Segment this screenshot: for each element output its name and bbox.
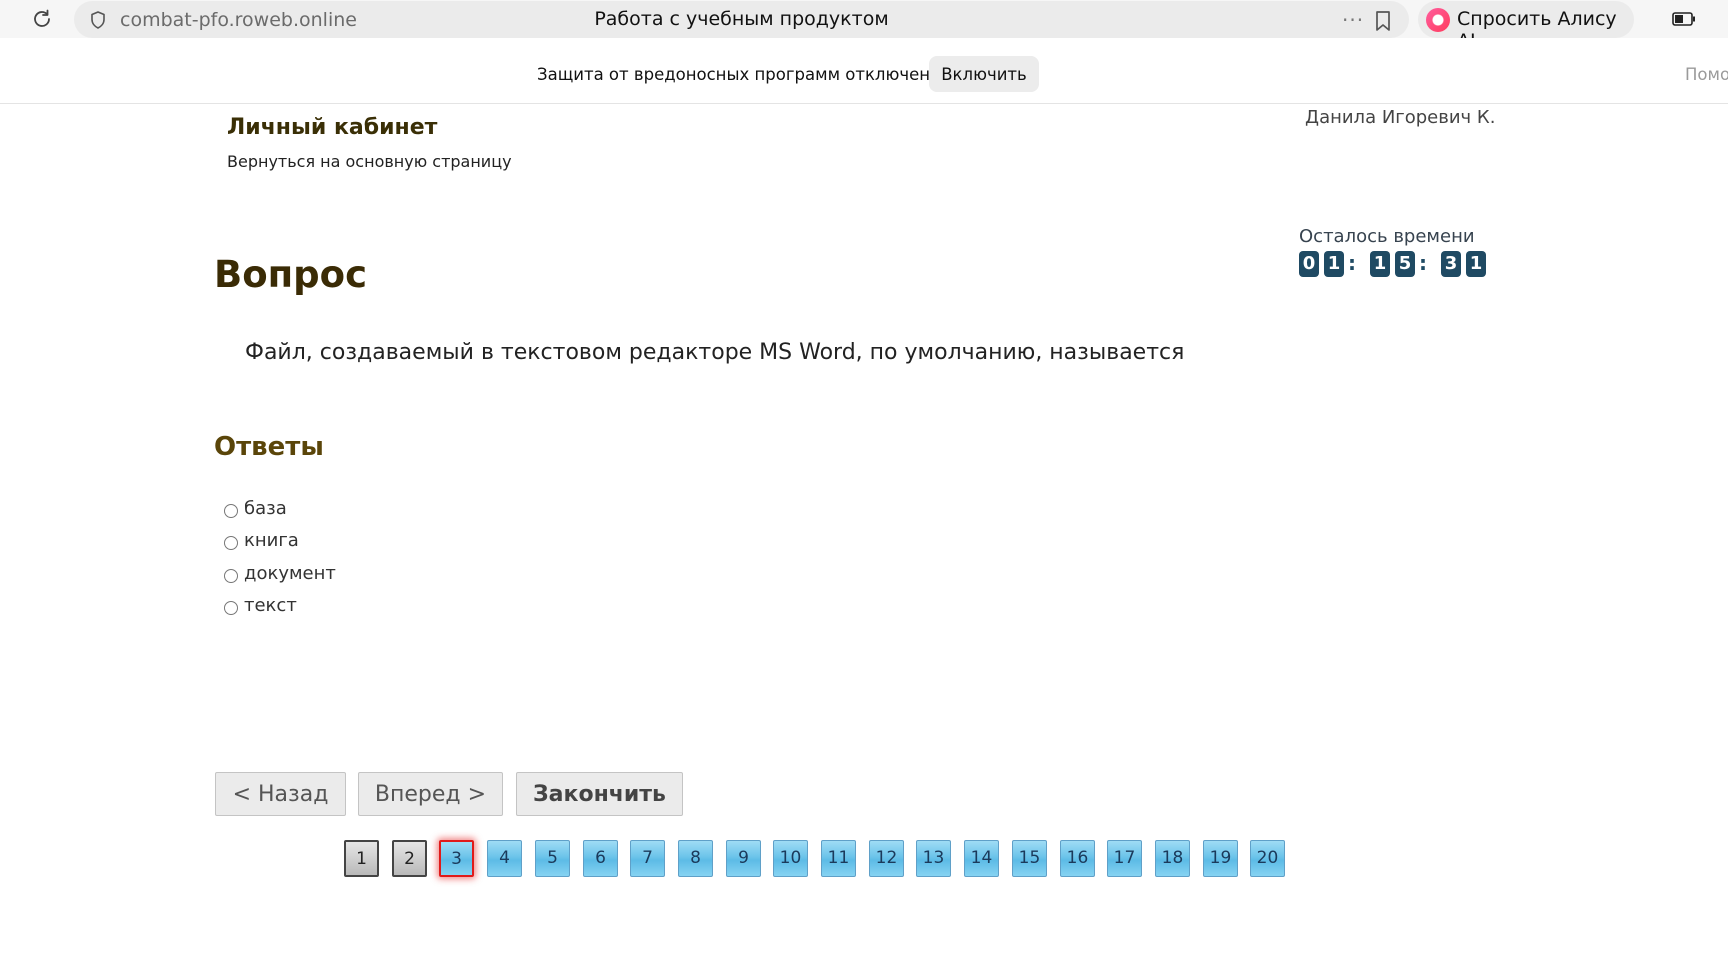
page-button-12[interactable]: 12 bbox=[869, 840, 904, 877]
question-heading: Вопрос bbox=[214, 253, 368, 296]
reload-icon[interactable] bbox=[30, 7, 54, 31]
timer-digit: 1 bbox=[1370, 251, 1390, 277]
timer-digit: 5 bbox=[1395, 251, 1415, 277]
page-button-17[interactable]: 17 bbox=[1107, 840, 1142, 877]
finish-button[interactable]: Закончить bbox=[516, 772, 683, 816]
page-button-1[interactable]: 1 bbox=[344, 840, 379, 877]
timer-digit: 0 bbox=[1299, 251, 1319, 277]
page-title-text: Работа с учебным продуктом bbox=[594, 8, 889, 30]
page-button-15[interactable]: 15 bbox=[1012, 840, 1047, 877]
page-button-6[interactable]: 6 bbox=[583, 840, 618, 877]
page-button-5[interactable]: 5 bbox=[535, 840, 570, 877]
page-button-20[interactable]: 20 bbox=[1250, 840, 1285, 877]
back-to-main-link[interactable]: Вернуться на основную страницу bbox=[227, 152, 512, 171]
question-pagination: 1 2 3 4 5 6 7 8 9 10 11 12 13 14 15 16 17 18 19 20 bbox=[0, 840, 1728, 880]
more-options-icon[interactable]: ··· bbox=[1342, 8, 1364, 32]
page-button-9[interactable]: 9 bbox=[726, 840, 761, 877]
answer-label: текст bbox=[244, 595, 297, 616]
timer-digit: 1 bbox=[1324, 251, 1344, 277]
page-button-19[interactable]: 19 bbox=[1203, 840, 1238, 877]
answer-label: документ bbox=[244, 563, 336, 584]
page-button-8[interactable]: 8 bbox=[678, 840, 713, 877]
battery-icon bbox=[1672, 12, 1695, 26]
answer-radio[interactable] bbox=[224, 504, 238, 518]
ask-alice-button[interactable]: Спросить Алису AI bbox=[1418, 1, 1634, 52]
page-button-18[interactable]: 18 bbox=[1155, 840, 1190, 877]
timer-separator: : bbox=[1348, 251, 1356, 275]
answer-radio[interactable] bbox=[224, 569, 238, 583]
answer-label: база bbox=[244, 498, 287, 519]
page-button-2[interactable]: 2 bbox=[392, 840, 427, 877]
timer-separator: : bbox=[1419, 251, 1427, 275]
page-button-10[interactable]: 10 bbox=[773, 840, 808, 877]
page-button-16[interactable]: 16 bbox=[1060, 840, 1095, 877]
enable-protection-button[interactable]: Включить bbox=[929, 56, 1039, 92]
page-button-13[interactable]: 13 bbox=[916, 840, 951, 877]
back-button[interactable]: < Назад bbox=[215, 772, 346, 816]
answer-radio[interactable] bbox=[224, 536, 238, 550]
timer-digit: 1 bbox=[1466, 251, 1486, 277]
page-button-7[interactable]: 7 bbox=[630, 840, 665, 877]
browser-toolbar: combat-pfo.roweb.online Работа с учебным… bbox=[0, 0, 1728, 52]
bookmark-icon[interactable] bbox=[1374, 10, 1392, 32]
cabinet-title: Личный кабинет bbox=[227, 115, 438, 140]
user-name: Данила Игоревич К. bbox=[1305, 107, 1496, 128]
alice-icon bbox=[1426, 8, 1450, 32]
forward-button[interactable]: Вперед > bbox=[358, 772, 503, 816]
timer-digit: 3 bbox=[1441, 251, 1461, 277]
question-text: Файл, создаваемый в текстовом редакторе … bbox=[245, 340, 1185, 365]
time-remaining-label: Осталось времени bbox=[1299, 226, 1475, 247]
page-button-11[interactable]: 11 bbox=[821, 840, 856, 877]
page-button-14[interactable]: 14 bbox=[964, 840, 999, 877]
page-button-3[interactable]: 3 bbox=[439, 840, 474, 877]
help-link[interactable]: Помо bbox=[1685, 65, 1728, 84]
address-bar[interactable]: combat-pfo.roweb.online Работа с учебным… bbox=[74, 1, 1409, 38]
security-infobar: Защита от вредоносных программ отключена… bbox=[0, 38, 1728, 104]
answers-heading: Ответы bbox=[214, 432, 324, 462]
answer-radio[interactable] bbox=[224, 601, 238, 615]
infobar-message: Защита от вредоносных программ отключена bbox=[537, 65, 941, 84]
answer-label: книга bbox=[244, 530, 299, 551]
page-button-4[interactable]: 4 bbox=[487, 840, 522, 877]
